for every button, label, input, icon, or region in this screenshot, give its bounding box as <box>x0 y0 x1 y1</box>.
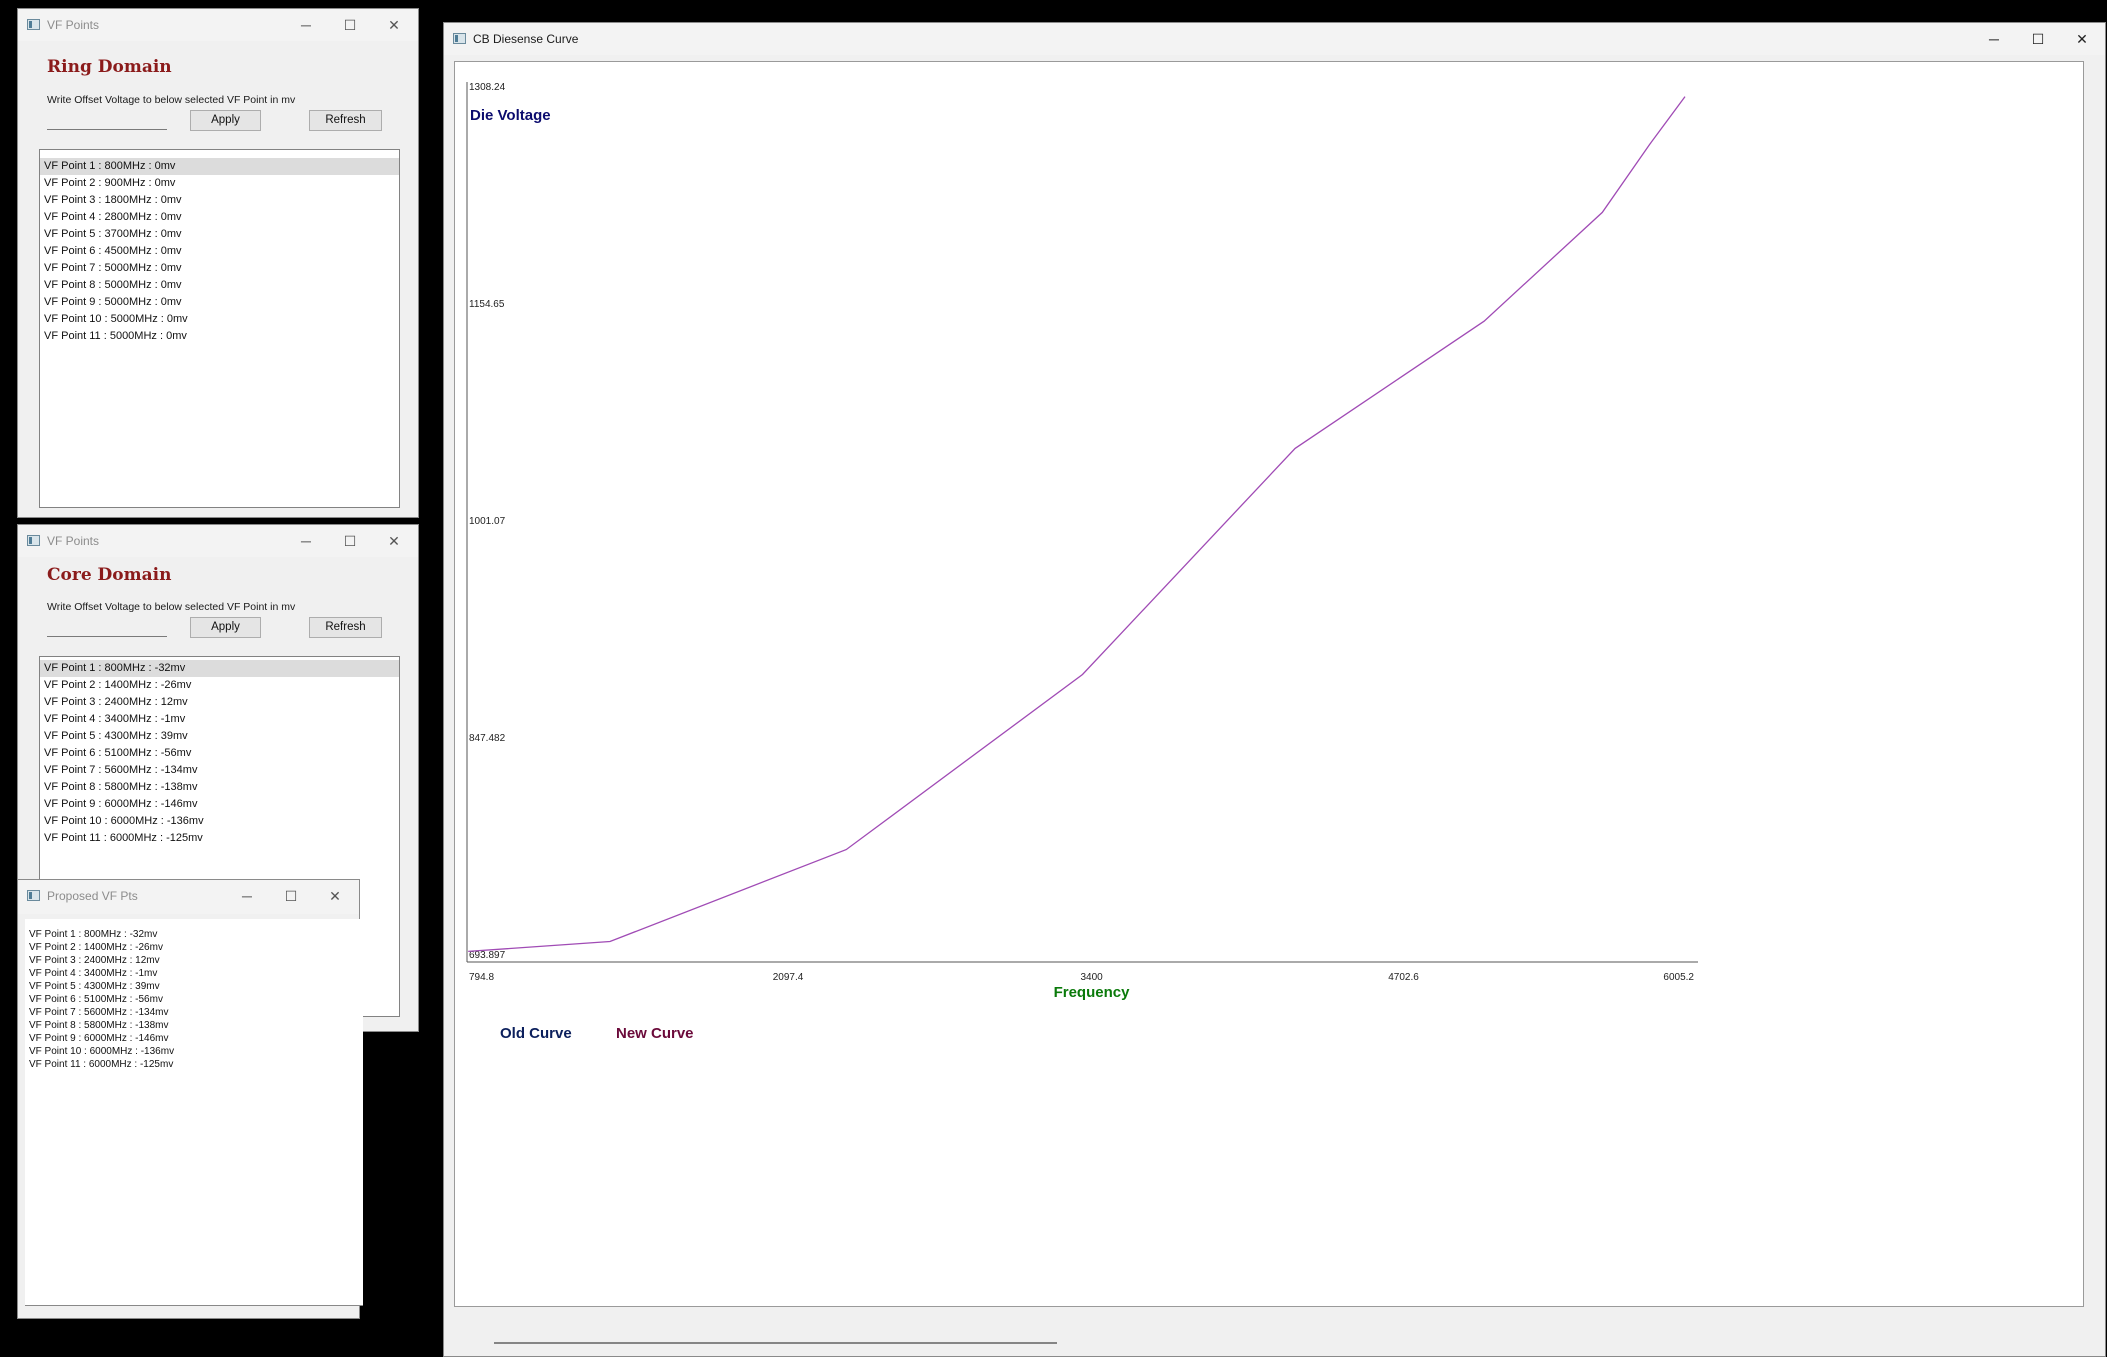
list-item[interactable]: VF Point 10 : 5000MHz : 0mv <box>40 311 399 328</box>
core-window-titlebar[interactable]: VF Points ─ ☐ ✕ <box>18 525 418 557</box>
close-icon[interactable]: ✕ <box>372 525 416 557</box>
minimize-icon[interactable]: ─ <box>225 880 269 912</box>
app-icon <box>27 535 40 546</box>
refresh-button[interactable]: Refresh <box>309 110 382 131</box>
list-item: VF Point 2 : 1400MHz : -26mv <box>29 942 163 953</box>
offset-hint-label: Write Offset Voltage to below selected V… <box>47 601 296 613</box>
proposed-window-titlebar[interactable]: Proposed VF Pts ─ ☐ ✕ <box>18 880 359 914</box>
window-title: CB Diesense Curve <box>473 32 579 46</box>
window-title: VF Points <box>47 534 100 548</box>
window-title: VF Points <box>47 18 100 32</box>
list-item: VF Point 1 : 800MHz : -32mv <box>29 929 158 940</box>
x-tick-label: 2097.4 <box>773 972 804 983</box>
list-item: VF Point 7 : 5600MHz : -134mv <box>29 1007 169 1018</box>
list-item[interactable]: VF Point 5 : 3700MHz : 0mv <box>40 226 399 243</box>
app-icon <box>27 19 40 30</box>
list-item[interactable]: VF Point 8 : 5800MHz : -138mv <box>40 779 399 796</box>
x-tick-label: 3400 <box>1081 972 1104 983</box>
chart-area: 693.897 847.482 1001.07 1154.65 1308.24 794.8… <box>454 61 2084 1307</box>
list-item: VF Point 10 : 6000MHz : -136mv <box>29 1046 175 1057</box>
proposed-vf-pts-window: Proposed VF Pts ─ ☐ ✕ VF Point 1 : 800MH… <box>17 879 363 1319</box>
domain-title: Core Domain <box>47 565 172 585</box>
app-icon <box>27 890 40 901</box>
x-tick-label: 6005.2 <box>1663 972 1694 983</box>
list-item[interactable]: VF Point 4 : 2800MHz : 0mv <box>40 209 399 226</box>
list-item[interactable]: VF Point 3 : 1800MHz : 0mv <box>40 192 399 209</box>
ring-window-titlebar[interactable]: VF Points ─ ☐ ✕ <box>18 9 418 41</box>
offset-hint-label: Write Offset Voltage to below selected V… <box>47 94 296 106</box>
list-item[interactable]: VF Point 8 : 5000MHz : 0mv <box>40 277 399 294</box>
list-item: VF Point 5 : 4300MHz : 39mv <box>29 981 160 992</box>
list-item: VF Point 3 : 2400MHz : 12mv <box>29 955 160 966</box>
refresh-button[interactable]: Refresh <box>309 617 382 638</box>
x-tick-label: 4702.6 <box>1388 972 1419 983</box>
y-tick-label: 1001.07 <box>469 516 506 527</box>
list-item[interactable]: VF Point 3 : 2400MHz : 12mv <box>40 694 399 711</box>
minimize-icon[interactable]: ─ <box>1972 23 2016 55</box>
maximize-icon[interactable]: ☐ <box>2016 23 2060 55</box>
list-item: VF Point 9 : 6000MHz : -146mv <box>29 1033 169 1044</box>
x-tick-label: 794.8 <box>469 972 494 983</box>
ring-vf-points-window: VF Points ─ ☐ ✕ Ring Domain Write Offset… <box>17 8 419 518</box>
list-item[interactable]: VF Point 6 : 4500MHz : 0mv <box>40 243 399 260</box>
offset-voltage-input[interactable] <box>47 617 167 637</box>
list-item[interactable]: VF Point 2 : 1400MHz : -26mv <box>40 677 399 694</box>
x-axis-label: Frequency <box>1054 984 1131 1001</box>
y-axis-label: Die Voltage <box>470 107 551 124</box>
close-icon[interactable]: ✕ <box>313 880 357 912</box>
maximize-icon[interactable]: ☐ <box>328 525 372 557</box>
list-item[interactable]: VF Point 7 : 5000MHz : 0mv <box>40 260 399 277</box>
y-tick-label: 847.482 <box>469 733 506 744</box>
app-icon <box>453 33 466 44</box>
legend-old-curve: Old Curve <box>500 1025 572 1042</box>
list-item[interactable]: VF Point 9 : 6000MHz : -146mv <box>40 796 399 813</box>
list-item[interactable]: VF Point 5 : 4300MHz : 39mv <box>40 728 399 745</box>
list-item: VF Point 6 : 5100MHz : -56mv <box>29 994 163 1005</box>
list-item: VF Point 8 : 5800MHz : -138mv <box>29 1020 169 1031</box>
list-item[interactable]: VF Point 1 : 800MHz : 0mv <box>40 158 399 175</box>
list-item[interactable]: VF Point 10 : 6000MHz : -136mv <box>40 813 399 830</box>
minimize-icon[interactable]: ─ <box>284 525 328 557</box>
maximize-icon[interactable]: ☐ <box>269 880 313 912</box>
list-item[interactable]: VF Point 9 : 5000MHz : 0mv <box>40 294 399 311</box>
list-item: VF Point 11 : 6000MHz : -125mv <box>29 1059 174 1070</box>
legend-new-curve: New Curve <box>616 1025 694 1042</box>
list-item[interactable]: VF Point 2 : 900MHz : 0mv <box>40 175 399 192</box>
y-tick-label: 693.897 <box>469 950 506 961</box>
list-item[interactable]: VF Point 6 : 5100MHz : -56mv <box>40 745 399 762</box>
list-item[interactable]: VF Point 11 : 5000MHz : 0mv <box>40 328 399 345</box>
horizontal-scrollbar[interactable] <box>458 1335 2091 1351</box>
maximize-icon[interactable]: ☐ <box>328 9 372 41</box>
offset-voltage-input[interactable] <box>47 110 167 130</box>
vf-points-list[interactable]: VF Point 1 : 800MHz : 0mv VF Point 2 : 90… <box>39 149 400 508</box>
y-tick-label: 1154.65 <box>469 299 505 310</box>
domain-title: Ring Domain <box>47 57 172 77</box>
list-item[interactable]: VF Point 11 : 6000MHz : -125mv <box>40 830 399 847</box>
close-icon[interactable]: ✕ <box>2060 23 2104 55</box>
die-voltage-chart: 693.897 847.482 1001.07 1154.65 1308.24 794.8… <box>466 82 1698 1042</box>
proposed-points-text: VF Point 1 : 800MHz : -32mv VF Point 2 : … <box>25 919 363 1306</box>
minimize-icon[interactable]: ─ <box>284 9 328 41</box>
close-icon[interactable]: ✕ <box>372 9 416 41</box>
new-curve-line <box>468 96 1686 953</box>
list-item[interactable]: VF Point 4 : 3400MHz : -1mv <box>40 711 399 728</box>
chart-window-titlebar[interactable]: CB Diesense Curve ─ ☐ ✕ <box>444 23 2105 55</box>
y-tick-label: 1308.24 <box>469 82 506 93</box>
apply-button[interactable]: Apply <box>190 110 261 131</box>
scrollbar-thumb[interactable] <box>494 1342 1057 1344</box>
cb-diesense-curve-window: CB Diesense Curve ─ ☐ ✕ 693.897 847.482 10… <box>443 22 2106 1357</box>
apply-button[interactable]: Apply <box>190 617 261 638</box>
window-title: Proposed VF Pts <box>47 889 138 903</box>
list-item[interactable]: VF Point 1 : 800MHz : -32mv <box>40 660 399 677</box>
list-item: VF Point 4 : 3400MHz : -1mv <box>29 968 158 979</box>
list-item[interactable]: VF Point 7 : 5600MHz : -134mv <box>40 762 399 779</box>
